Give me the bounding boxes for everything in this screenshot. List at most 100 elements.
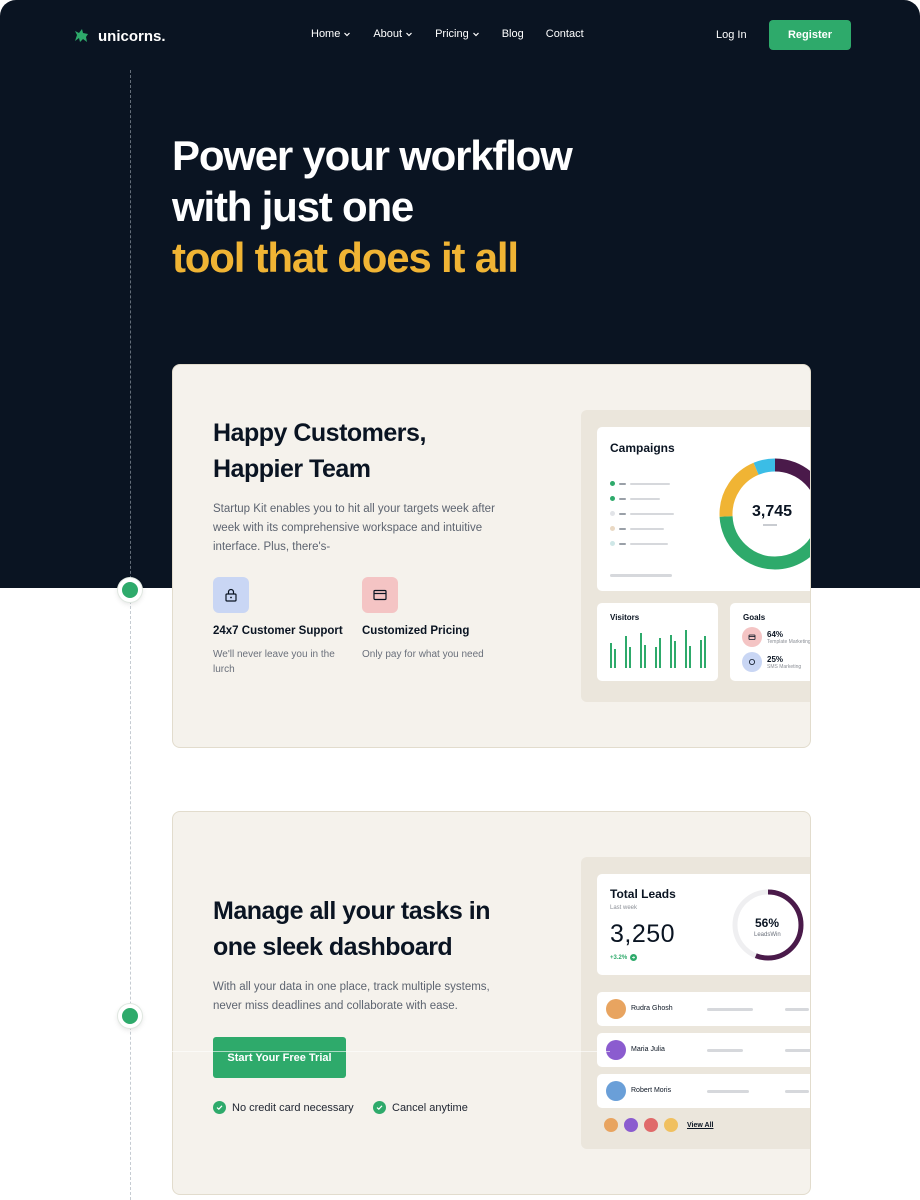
lead-row: Rudra Ghosh — [597, 992, 810, 1026]
lead-bar — [707, 1049, 743, 1052]
nav-contact[interactable]: Contact — [546, 28, 584, 40]
avatar — [603, 1117, 619, 1133]
lock-icon — [213, 577, 249, 613]
goal-row: 25% SMS Marketing — [742, 652, 801, 672]
check-cancel: Cancel anytime — [373, 1101, 468, 1114]
goals-title: Goals — [743, 613, 766, 622]
headline-line-1: Power your workflow — [172, 132, 573, 179]
timeline-line — [130, 70, 131, 1200]
feature-pricing: Customized Pricing Only pay for what you… — [362, 577, 512, 662]
visitors-panel: Visitors — [597, 603, 718, 681]
campaigns-value: 3,745 — [752, 503, 793, 520]
legend-row — [610, 541, 668, 546]
leads-subtitle: Last week — [610, 905, 638, 911]
campaigns-value-underline — [763, 524, 777, 526]
nav-pricing-label: Pricing — [435, 28, 469, 40]
section2-description: With all your data in one place, track m… — [213, 981, 490, 1012]
check-icon — [373, 1101, 386, 1114]
hero-headline: Power your workflow with just one tool t… — [172, 130, 573, 283]
section2-title-line2: one sleek dashboard — [213, 933, 453, 961]
legend-row — [610, 526, 664, 531]
lead-name: Rudra Ghosh — [631, 1005, 673, 1012]
leads-title: Total Leads — [610, 887, 676, 901]
timeline-connector — [130, 1051, 610, 1052]
dashboard-preview-campaigns: Campaigns 3,745 Visitors Goals 64% Templ… — [581, 410, 811, 702]
view-all-link[interactable]: View All — [687, 1122, 713, 1129]
goal-row: 64% Template Marketing — [742, 627, 811, 647]
start-trial-button[interactable]: Start Your Free Trial — [213, 1037, 346, 1078]
leads-change-value: +3.2% — [610, 954, 628, 961]
nav-home-label: Home — [311, 28, 341, 40]
register-button[interactable]: Register — [769, 20, 851, 50]
feature-support-title: 24x7 Customer Support — [213, 625, 343, 637]
avatar-group: View All — [603, 1117, 713, 1133]
arrow-up-icon — [630, 954, 638, 961]
dashboard-preview-leads: Total Leads Last week 3,250 +3.2% 56% Le… — [581, 857, 810, 1149]
timeline-dot — [118, 578, 142, 602]
feature-pricing-desc: Only pay for what you need — [362, 649, 484, 660]
nav-pricing[interactable]: Pricing — [435, 28, 480, 40]
total-leads-panel: Total Leads Last week 3,250 +3.2% 56% Le… — [597, 874, 810, 975]
check-no-card: No credit card necessary — [213, 1101, 354, 1114]
section1-title: Happy Customers, Happier Team — [213, 415, 426, 487]
logo-text: unicorns. — [98, 27, 166, 45]
leads-ring-label: LeadsWin — [754, 932, 781, 938]
headline-accent: tool that does it all — [172, 234, 519, 281]
legend-row — [610, 481, 670, 486]
lead-name: Maria Julia — [631, 1046, 665, 1053]
lead-bar — [785, 1049, 810, 1052]
lead-row: Robert Moris — [597, 1074, 810, 1108]
leads-ring-pct: 56% — [755, 916, 780, 930]
section1-title-line2: Happier Team — [213, 455, 371, 483]
nav-about[interactable]: About — [373, 28, 413, 40]
nav-blog[interactable]: Blog — [502, 28, 524, 40]
check-no-card-label: No credit card necessary — [232, 1101, 354, 1114]
lead-bar — [707, 1008, 753, 1011]
section1-title-line1: Happy Customers, — [213, 419, 426, 447]
campaigns-title: Campaigns — [610, 441, 675, 455]
lead-bar — [785, 1008, 809, 1011]
lead-bar — [707, 1090, 749, 1093]
timeline-dot — [118, 1004, 142, 1028]
goals-panel: Goals 64% Template Marketing 25% SMS Mar… — [730, 603, 811, 681]
card-icon — [362, 577, 398, 613]
logo[interactable]: unicorns. — [72, 26, 166, 46]
legend-row — [610, 496, 660, 501]
nav-contact-label: Contact — [545, 28, 584, 40]
legend-row — [610, 511, 674, 516]
section2-title: Manage all your tasks in one sleek dashb… — [213, 893, 491, 965]
chevron-down-icon — [406, 32, 413, 37]
check-cancel-label: Cancel anytime — [392, 1101, 468, 1114]
campaigns-footer-bar — [610, 574, 672, 577]
chevron-down-icon — [472, 32, 479, 37]
avatar — [623, 1117, 639, 1133]
nav-home[interactable]: Home — [311, 28, 351, 40]
headline-line-2: with just one — [172, 183, 414, 230]
main-nav: Home About Pricing Blog Contact — [311, 28, 584, 40]
goal-pct: 25% — [767, 654, 784, 664]
avatar — [606, 1081, 626, 1101]
leads-value: 3,250 — [610, 920, 676, 948]
feature-pricing-title: Customized Pricing — [362, 625, 470, 637]
feature-support: 24x7 Customer Support We'll never leave … — [213, 577, 363, 677]
feature-card-dashboard: Manage all your tasks in one sleek dashb… — [172, 811, 811, 1195]
check-icon — [213, 1101, 226, 1114]
visitors-title: Visitors — [610, 613, 640, 622]
login-link[interactable]: Log In — [716, 29, 747, 41]
avatar — [606, 999, 626, 1019]
goal-label: Template Marketing — [767, 638, 811, 645]
section2-title-line1: Manage all your tasks in — [213, 897, 491, 925]
avatar — [663, 1117, 679, 1133]
goal-pct: 64% — [767, 629, 784, 639]
lead-bar — [785, 1090, 809, 1093]
feature-card-customers: Happy Customers, Happier Team Startup Ki… — [172, 364, 811, 748]
nav-about-label: About — [373, 28, 403, 40]
unicorn-icon — [75, 29, 88, 42]
card-icon — [742, 627, 762, 647]
lead-row: Maria Julia — [597, 1033, 810, 1067]
leads-change: +3.2% — [610, 954, 638, 961]
avatar — [643, 1117, 659, 1133]
chat-icon — [742, 652, 762, 672]
feature-support-desc: We'll never leave you in the lurch — [213, 649, 335, 675]
section1-description: Startup Kit enables you to hit all your … — [213, 503, 495, 553]
